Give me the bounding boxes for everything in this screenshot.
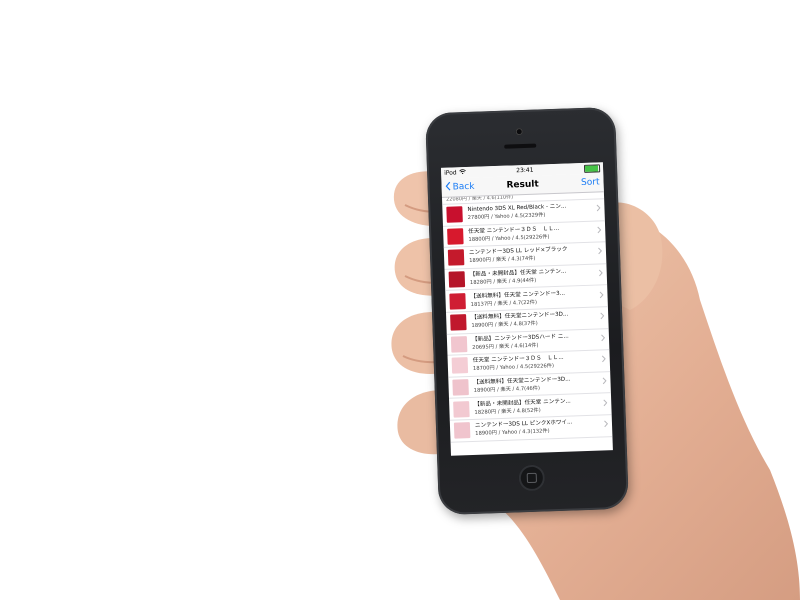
battery-fill (584, 164, 598, 172)
product-thumbnail (453, 400, 470, 418)
carrier-label: iPod (444, 169, 457, 177)
product-thumbnail (447, 249, 465, 267)
chevron-right-icon (601, 356, 606, 366)
product-thumbnail (446, 206, 463, 224)
list-item-text: 【新品・未開封品】任天堂 ニンテン... 18280円 / 楽天 / 4.8(52… (474, 396, 600, 416)
earpiece-speaker (504, 143, 537, 149)
wifi-icon (458, 169, 466, 176)
phone-device: iPod 23:41 Result Back Sort 22080円 / 楽天 … (425, 106, 629, 516)
result-rows: Nintendo 3DS XL Red/Black - ニン... 27800円 … (442, 199, 613, 443)
chevron-right-icon (596, 204, 601, 215)
status-left: iPod (444, 169, 466, 177)
chevron-right-icon (597, 226, 602, 236)
chevron-left-icon (445, 181, 451, 194)
list-item-text: 【新品】ニンテンドー3DSハード ニ... 20695円 / 楽天 / 4.6(1… (472, 331, 598, 351)
product-thumbnail (447, 228, 464, 245)
list-item-text: 【新品・未開封品】任天堂 ニンテン... 18280円 / 楽天 / 4.9(44… (470, 267, 596, 287)
back-button[interactable]: Back (445, 181, 475, 194)
product-thumbnail (451, 357, 469, 375)
list-item-text: 任天堂 ニンテンドー３ＤＳ ＬＬ... 18700円 / Yahoo / 4.5(… (473, 353, 599, 373)
hand-illustration (0, 0, 800, 600)
list-item-text: 任天堂 ニンテンドー３ＤＳ ＬＬ... 18800円 / Yahoo / 4.5(… (468, 223, 594, 243)
list-item-text: ニンテンドー3DS LL ピンクXホワイ... 18900円 / Yahoo / … (475, 418, 601, 438)
product-thumbnail (450, 314, 467, 331)
battery-icon (583, 163, 601, 173)
chevron-right-icon (598, 248, 603, 258)
list-item-text: Nintendo 3DS XL Red/Black - ニン... 27800円 … (467, 202, 593, 222)
list-item-text: 【送料無料】任天堂ニンテンドー3D... 18900円 / 楽天 / 4.8(37… (471, 310, 597, 330)
chevron-right-icon (599, 291, 604, 301)
front-camera (515, 128, 523, 136)
list-item-text: ニンテンドー3DS LL レッド×ブラック 18900円 / 楽天 / 4.3(7… (469, 245, 595, 265)
phone-screen: iPod 23:41 Result Back Sort 22080円 / 楽天 … (440, 162, 613, 456)
chevron-right-icon (602, 377, 607, 387)
result-list: 22080円 / 楽天 / 4.6(110件) Nintendo 3DS XL … (442, 192, 613, 443)
list-item-text: 【送料無料】任天堂ニンテンドー3D... 18900円 / 楽天 / 4.7(46… (473, 375, 599, 395)
list-item[interactable]: ニンテンドー3DS LL ピンクXホワイ... 18900円 / Yahoo / … (449, 415, 613, 443)
chevron-right-icon (604, 420, 609, 430)
chevron-right-icon (601, 334, 606, 344)
chevron-right-icon (600, 312, 605, 323)
chevron-right-icon (603, 399, 608, 409)
product-thumbnail (452, 379, 469, 396)
product-thumbnail (448, 271, 466, 288)
list-item-text: 【送料無料】任天堂 ニンテンドー3... 18137円 / 楽天 / 4.7(22… (470, 288, 596, 308)
product-thumbnail (449, 292, 466, 310)
back-label: Back (452, 181, 475, 193)
home-button[interactable] (518, 464, 546, 492)
scene: iPod 23:41 Result Back Sort 22080円 / 楽天 … (0, 0, 800, 600)
sort-button[interactable]: Sort (581, 177, 600, 188)
status-time: 23:41 (516, 166, 534, 175)
product-thumbnail (450, 335, 468, 353)
chevron-right-icon (598, 269, 603, 279)
product-thumbnail (453, 422, 471, 439)
